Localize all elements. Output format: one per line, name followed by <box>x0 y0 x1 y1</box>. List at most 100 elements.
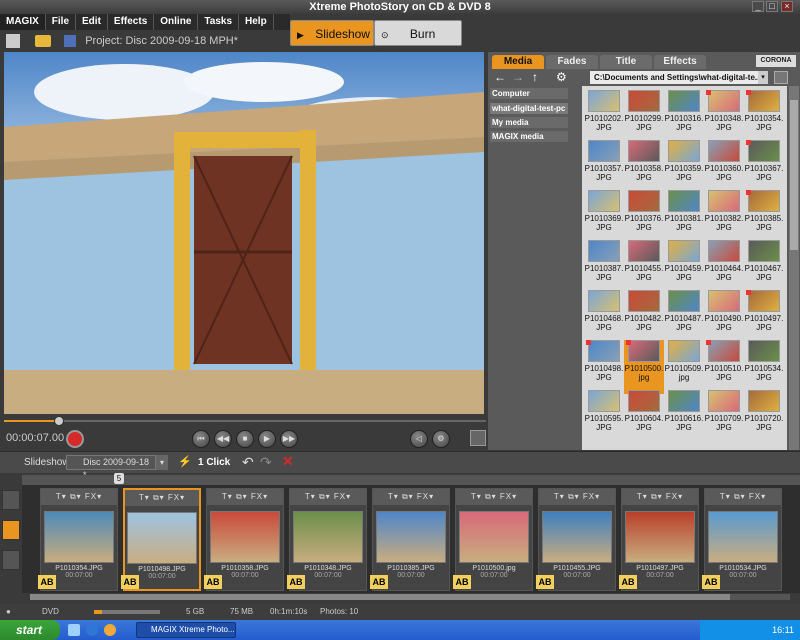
media-thumbnail[interactable]: P1010202. JPG <box>584 90 624 144</box>
transition-icon[interactable]: AB <box>619 575 637 589</box>
media-thumbnail[interactable]: P1010376. JPG <box>624 190 664 244</box>
one-click-icon[interactable]: ⚡ <box>178 455 192 468</box>
tab-title[interactable]: Title <box>600 55 652 69</box>
media-thumbnail[interactable]: P1010487. JPG <box>664 290 704 344</box>
sidebar-item-magix-media[interactable]: MAGIX media <box>490 131 568 142</box>
options-icon[interactable]: ⚙ <box>432 430 450 448</box>
media-thumbnail[interactable]: P1010358. JPG <box>624 140 664 194</box>
forward-arrow-icon[interactable]: → <box>512 70 524 84</box>
clip-effects-icons[interactable]: T▾ ⧉▾ FX▾ <box>125 490 199 506</box>
sidebar-item-pc[interactable]: what-digital-test-pc <box>490 103 568 114</box>
media-thumbnail[interactable]: P1010316. JPG <box>664 90 704 144</box>
disc-select-arrow-icon[interactable]: ▾ <box>156 455 168 470</box>
media-thumbnail[interactable]: P1010367. JPG <box>744 140 784 194</box>
back-arrow-icon[interactable]: ← <box>494 70 506 84</box>
skip-start-button[interactable]: ⏮ <box>192 430 210 448</box>
media-thumbnail[interactable]: P1010360. JPG <box>704 140 744 194</box>
media-thumbnail[interactable]: P1010720. JPG <box>744 390 784 444</box>
media-thumbnail[interactable]: P1010369. JPG <box>584 190 624 244</box>
rewind-button[interactable]: ◀◀ <box>214 430 232 448</box>
media-thumbnail[interactable]: P1010385. JPG <box>744 190 784 244</box>
taskbar-app-item[interactable]: MAGIX Xtreme Photo... <box>136 622 236 638</box>
save-icon[interactable] <box>64 35 77 47</box>
media-thumbnail[interactable]: P1010616. JPG <box>664 390 704 444</box>
clip-effects-icons[interactable]: T▾ ⧉▾ FX▾ <box>41 489 117 505</box>
tab-effects[interactable]: Effects <box>654 55 706 69</box>
media-thumbnail[interactable]: P1010459. JPG <box>664 240 704 294</box>
menu-online[interactable]: Online <box>154 14 199 30</box>
clip-effects-icons[interactable]: T▾ ⧉▾ FX▾ <box>373 489 449 505</box>
media-thumbnail[interactable]: P1010354. JPG <box>744 90 784 144</box>
sidebar-item-my-media[interactable]: My media <box>490 117 568 128</box>
up-arrow-icon[interactable]: ↑ <box>532 70 538 84</box>
record-button[interactable] <box>66 430 84 448</box>
media-thumbnail[interactable]: P1010497. JPG <box>744 290 784 344</box>
menu-file[interactable]: File <box>46 14 77 30</box>
clip-effects-icons[interactable]: T▾ ⧉▾ FX▾ <box>622 489 698 505</box>
transition-icon[interactable]: AB <box>702 575 720 589</box>
media-thumbnail[interactable]: P1010709. JPG <box>704 390 744 444</box>
seek-bar[interactable] <box>4 416 486 426</box>
media-thumbnail[interactable]: P1010482. JPG <box>624 290 664 344</box>
media-thumbnail[interactable]: P1010509. jpg <box>664 340 704 394</box>
media-thumbnail[interactable]: P1010500. jpg <box>624 340 664 394</box>
storyboard-view-icon[interactable] <box>2 490 20 510</box>
media-thumbnail[interactable]: P1010534. JPG <box>744 340 784 394</box>
media-thumbnail[interactable]: P1010490. JPG <box>704 290 744 344</box>
media-thumbnail[interactable]: P1010467. JPG <box>744 240 784 294</box>
menu-help[interactable]: Help <box>239 14 274 30</box>
transition-icon[interactable]: AB <box>38 575 56 589</box>
timeline-ruler[interactable]: 5 <box>22 473 800 485</box>
clip-effects-icons[interactable]: T▾ ⧉▾ FX▾ <box>705 489 781 505</box>
storyboard-scroll-thumb[interactable] <box>30 594 730 600</box>
delete-icon[interactable]: ✕ <box>282 453 294 470</box>
burn-mode-tab[interactable]: ⊙ Burn <box>374 20 462 46</box>
media-scroll-thumb[interactable] <box>790 100 798 250</box>
path-dropdown[interactable]: C:\Documents and Settings\what-digital-t… <box>590 71 758 84</box>
position-marker[interactable]: 5 <box>114 473 124 484</box>
transition-icon[interactable]: AB <box>370 575 388 589</box>
media-thumbnail[interactable]: P1010299. JPG <box>624 90 664 144</box>
stop-button[interactable]: ■ <box>236 430 254 448</box>
menu-effects[interactable]: Effects <box>108 14 155 30</box>
start-button[interactable]: start <box>0 620 60 640</box>
close-button[interactable]: × <box>781 1 793 12</box>
media-scrollbar[interactable] <box>789 86 799 450</box>
media-thumbnail[interactable]: P1010498. JPG <box>584 340 624 394</box>
media-thumbnail[interactable]: P1010464. JPG <box>704 240 744 294</box>
timeline-view-icon[interactable] <box>2 520 20 540</box>
media-thumbnail[interactable]: P1010357. JPG <box>584 140 624 194</box>
minimize-button[interactable]: _ <box>752 1 764 12</box>
redo-icon[interactable]: ↷ <box>260 454 272 471</box>
media-thumbnail[interactable]: P1010348. JPG <box>704 90 744 144</box>
quicklaunch-ie-icon[interactable] <box>86 624 98 636</box>
slideshow-mode-tab[interactable]: ▶ Slideshow <box>290 20 374 46</box>
tab-fades[interactable]: Fades <box>546 55 598 69</box>
clip-effects-icons[interactable]: T▾ ⧉▾ FX▾ <box>290 489 366 505</box>
sidebar-item-computer[interactable]: Computer <box>490 88 568 99</box>
menu-edit[interactable]: Edit <box>76 14 108 30</box>
clip-effects-icons[interactable]: T▾ ⧉▾ FX▾ <box>207 489 283 505</box>
path-dropdown-arrow-icon[interactable]: ▾ <box>758 71 768 84</box>
media-thumbnail[interactable]: P1010604. JPG <box>624 390 664 444</box>
media-thumbnail[interactable]: P1010455. JPG <box>624 240 664 294</box>
tab-media[interactable]: Media <box>492 55 544 69</box>
fullscreen-icon[interactable] <box>470 430 486 446</box>
view-mode-icon[interactable] <box>774 71 788 84</box>
media-thumbnail[interactable]: P1010595. JPG <box>584 390 624 444</box>
clip-effects-icons[interactable]: T▾ ⧉▾ FX▾ <box>456 489 532 505</box>
media-thumbnail[interactable]: P1010382. JPG <box>704 190 744 244</box>
maximize-button[interactable]: □ <box>766 1 778 12</box>
one-click-label[interactable]: 1 Click <box>198 457 230 468</box>
new-project-icon[interactable] <box>6 34 20 48</box>
media-thumbnail[interactable]: P1010387. JPG <box>584 240 624 294</box>
media-thumbnail[interactable]: P1010381. JPG <box>664 190 704 244</box>
media-thumbnail[interactable]: P1010468. JPG <box>584 290 624 344</box>
media-thumbnail[interactable]: P1010510. JPG <box>704 340 744 394</box>
list-view-icon[interactable] <box>2 550 20 570</box>
play-button[interactable]: ▶ <box>258 430 276 448</box>
disc-select[interactable]: Disc 2009-09-18 * <box>66 455 156 480</box>
menu-tasks[interactable]: Tasks <box>198 14 240 30</box>
undo-icon[interactable]: ↶ <box>242 454 254 471</box>
transition-icon[interactable]: AB <box>536 575 554 589</box>
